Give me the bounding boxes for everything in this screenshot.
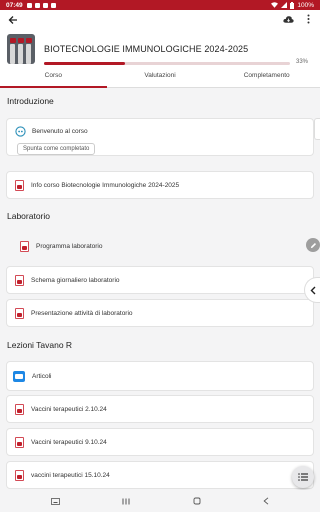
tab-completamento[interactable]: Completamento [213, 66, 320, 87]
folder-icon [13, 370, 25, 382]
pencil-icon [310, 242, 316, 248]
scroll-handle[interactable] [314, 118, 320, 140]
activity-programma-laboratorio[interactable]: Programma laboratorio [6, 233, 314, 259]
chevron-left-icon [310, 286, 315, 294]
back-button[interactable] [6, 13, 20, 27]
more-vertical-icon [307, 14, 309, 24]
course-progress-bar [44, 62, 290, 65]
recent-apps-icon[interactable] [122, 498, 130, 505]
edit-button[interactable] [306, 238, 320, 252]
activity-label: Vaccini terapeutici 9.10.24 [31, 438, 107, 446]
forum-icon [15, 126, 26, 137]
system-icons: 100% [271, 1, 314, 9]
notification-icon [26, 2, 32, 8]
activity-label: Articoli [32, 372, 52, 380]
arrow-left-icon [8, 16, 17, 24]
list-icon [298, 473, 308, 481]
activity-label: Presentazione attività di laboratorio [31, 309, 133, 317]
activity-label: Programma laboratorio [36, 242, 103, 250]
wifi-icon [271, 2, 279, 8]
activity-label: vaccini terapeutici 15.10.24 [31, 471, 110, 479]
status-bar: 07:49 100% [0, 0, 320, 10]
course-progress-fill [44, 62, 126, 65]
system-navigation-bar [0, 490, 320, 512]
cloud-download-icon [282, 15, 294, 23]
android-icon [50, 2, 56, 8]
pdf-icon [15, 274, 24, 286]
activity-schema-giornaliero[interactable]: Schema giornaliero laboratorio [6, 266, 314, 294]
notification-icons [26, 2, 56, 8]
more-options-button[interactable] [302, 13, 314, 25]
pdf-icon [20, 240, 29, 252]
android-icon [42, 2, 48, 8]
activity-vaccini-2-10[interactable]: Vaccini terapeutici 2.10.24 [6, 395, 314, 423]
status-time: 07:49 [6, 1, 23, 9]
back-nav-icon[interactable] [263, 497, 269, 505]
activity-label: Vaccini terapeutici 2.10.24 [31, 405, 107, 413]
battery-icon [290, 1, 295, 9]
pdf-icon [15, 307, 24, 319]
home-icon[interactable] [193, 497, 201, 505]
activity-articoli[interactable]: Articoli [6, 361, 314, 391]
pdf-icon [15, 403, 24, 415]
activity-benvenuto[interactable]: Benvenuto al corso Spunta come completat… [6, 118, 314, 156]
tab-valutazioni[interactable]: Valutazioni [107, 66, 214, 87]
activity-vaccini-9-10[interactable]: Vaccini terapeutici 9.10.24 [6, 428, 314, 456]
course-content: Introduzione Benvenuto al corso Spunta c… [0, 89, 320, 489]
keyboard-icon[interactable] [51, 497, 61, 505]
activity-label: Schema giornaliero laboratorio [31, 276, 120, 284]
activity-vaccini-15-10[interactable]: vaccini terapeutici 15.10.24 [6, 461, 314, 489]
course-header: BIOTECNOLOGIE IMMUNOLOGICHE 2024-2025 33… [0, 10, 320, 66]
header-actions [282, 13, 314, 25]
activity-label: Benvenuto al corso [32, 128, 88, 135]
pdf-icon [15, 179, 24, 191]
pdf-icon [15, 469, 24, 481]
mark-complete-button[interactable]: Spunta come completato [17, 143, 96, 155]
activity-info-corso[interactable]: Info corso Biotecnologie Immunologiche 2… [6, 171, 314, 199]
battery-level: 100% [297, 1, 314, 9]
tab-corso[interactable]: Corso [0, 66, 107, 88]
course-title: BIOTECNOLOGIE IMMUNOLOGICHE 2024-2025 [44, 44, 249, 54]
course-image [7, 34, 35, 64]
section-title-lezioni-tavano: Lezioni Tavano R [7, 340, 73, 350]
course-progress-label: 33% [295, 59, 308, 65]
activity-label: Info corso Biotecnologie Immunologiche 2… [31, 181, 180, 189]
signal-icon [281, 2, 288, 8]
download-button[interactable] [282, 13, 294, 25]
section-title-introduzione: Introduzione [7, 96, 54, 106]
activity-presentazione-laboratorio[interactable]: Presentazione attività di laboratorio [6, 299, 314, 327]
section-title-laboratorio: Laboratorio [7, 211, 51, 221]
pdf-icon [15, 436, 24, 448]
android-icon [34, 2, 40, 8]
course-tabs: Corso Valutazioni Completamento [0, 66, 320, 88]
course-index-button[interactable] [292, 466, 314, 488]
